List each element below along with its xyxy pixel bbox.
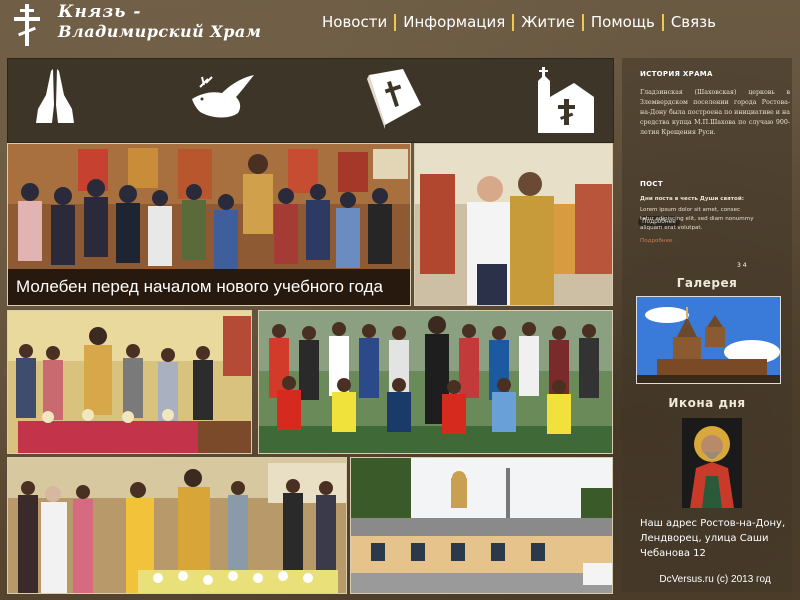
sidebar: ИСТОРИЯ ХРАМА Гладзинская (Шаховская) це… — [622, 58, 792, 592]
post-line1: Дни поста в честь Души святой: — [640, 196, 744, 202]
address-text: Наш адрес Ростов-на-Дону, Лендворец, ули… — [640, 518, 786, 559]
footer-copyright: DcVersus.ru (c) 2013 год — [659, 574, 771, 585]
photo-youth-team[interactable] — [258, 310, 613, 454]
nav-separator — [512, 13, 515, 31]
orthodox-cross-logo-icon[interactable] — [10, 3, 44, 47]
post-title: ПОСТ — [640, 180, 663, 188]
nav-item-info[interactable]: Информация — [403, 13, 505, 31]
photo-youth-team-image — [259, 311, 612, 453]
site-title[interactable]: Князь - Владимирский Храм — [58, 2, 261, 42]
nav-separator — [581, 13, 584, 31]
featured-photo[interactable]: Молебен перед началом нового учебного го… — [7, 143, 411, 306]
gallery-title: Галерея — [676, 276, 738, 290]
site-header: Князь - Владимирский Храм Новости Информ… — [0, 0, 800, 52]
nav-separator — [394, 13, 397, 31]
icon-day-title: Икона дня — [668, 396, 746, 410]
photo-liturgy[interactable] — [7, 457, 347, 594]
bible-icon[interactable] — [363, 65, 425, 129]
dove-icon[interactable] — [188, 65, 258, 129]
featured-caption[interactable]: Молебен перед началом нового учебного го… — [8, 269, 410, 305]
nav-item-life[interactable]: Житие — [521, 13, 575, 31]
site-title-line2: Владимирский Храм — [58, 22, 262, 41]
photo-liturgy-image — [8, 458, 346, 593]
photo-church-exterior[interactable] — [350, 457, 613, 594]
gallery-image[interactable] — [636, 296, 781, 384]
photo-parish-gathering[interactable] — [7, 310, 252, 454]
history-title: ИСТОРИЯ ХРАМА — [640, 70, 713, 78]
gallery-church-image — [637, 297, 780, 383]
photo-priest-blessing-image — [415, 144, 612, 305]
icon-strip — [7, 58, 614, 143]
saint-icon-image — [682, 418, 742, 508]
photo-church-exterior-image — [351, 458, 612, 593]
nav-item-contact[interactable]: Связь — [671, 13, 716, 31]
nav-item-news[interactable]: Новости — [322, 13, 387, 31]
post-more-link[interactable]: Подробнее — [640, 236, 790, 246]
nav-separator — [661, 13, 664, 31]
post-pager[interactable]: 3 4 — [737, 262, 747, 269]
nav-item-help[interactable]: Помощь — [591, 13, 655, 31]
photo-parish-gathering-image — [8, 311, 251, 453]
church-icon[interactable] — [538, 65, 598, 133]
site-title-line1: Князь - — [58, 2, 142, 22]
main-nav: Новости Информация Житие Помощь Связь — [322, 13, 716, 31]
praying-hands-icon[interactable] — [30, 65, 80, 129]
post-line4: aliquam erat volutpat. — [640, 225, 703, 231]
photo-priest-blessing[interactable] — [414, 143, 613, 306]
icon-of-day-image[interactable] — [682, 418, 742, 508]
history-text: Гладзинская (Шаховская) церковь в Злемве… — [640, 89, 790, 136]
